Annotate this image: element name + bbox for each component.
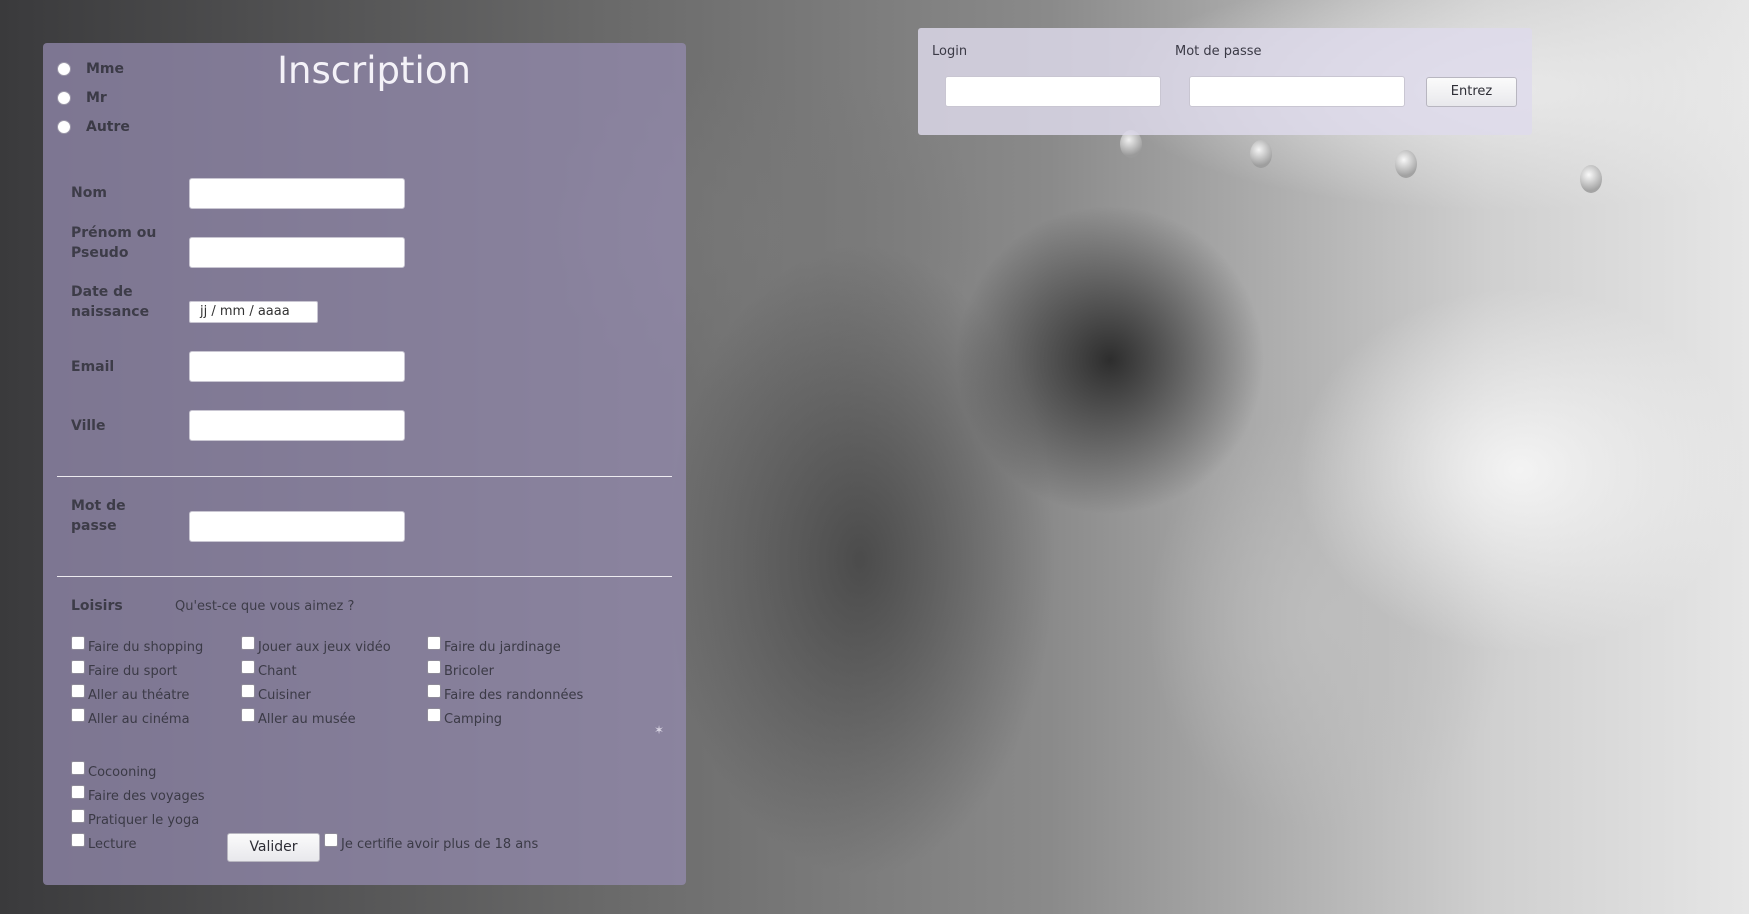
login-input[interactable] xyxy=(945,76,1161,107)
hobby-label: Aller au théatre xyxy=(88,688,190,703)
hobby-checkbox[interactable] xyxy=(71,761,85,775)
email-input[interactable] xyxy=(189,351,405,382)
age-confirm-checkbox[interactable] xyxy=(324,833,338,847)
hobby-checkbox[interactable] xyxy=(427,708,441,722)
hobby-checkbox[interactable] xyxy=(427,684,441,698)
hobby-item[interactable]: Aller au musée xyxy=(241,708,356,727)
age-confirm-label: Je certifie avoir plus de 18 ans xyxy=(341,837,539,852)
registration-panel: Inscription Mme Mr Autre Nom Prénom ou P… xyxy=(43,43,686,885)
hobby-item[interactable]: Faire des randonnées xyxy=(427,684,584,703)
hobby-label: Lecture xyxy=(88,837,137,852)
hobby-checkbox[interactable] xyxy=(71,708,85,722)
hobby-checkbox[interactable] xyxy=(241,684,255,698)
login-password-input[interactable] xyxy=(1189,76,1405,107)
hobby-label: Bricoler xyxy=(444,664,494,679)
civility-label: Mr xyxy=(86,90,107,106)
hobby-label: Aller au cinéma xyxy=(88,712,190,727)
hobby-label: Aller au musée xyxy=(258,712,356,727)
hobbies-question: Qu'est-ce que vous aimez ? xyxy=(175,599,355,614)
hobby-label: Cocooning xyxy=(88,765,157,780)
headboard-button xyxy=(1250,140,1272,168)
birth-label-line2: naissance xyxy=(71,304,150,320)
hobby-checkbox[interactable] xyxy=(71,785,85,799)
hobby-checkbox[interactable] xyxy=(71,684,85,698)
enter-button[interactable]: Entrez xyxy=(1426,77,1517,107)
hobby-item[interactable]: Chant xyxy=(241,660,297,679)
prenom-label-line1: Prénom ou xyxy=(71,225,157,241)
hobby-item[interactable]: Faire du shopping xyxy=(71,636,204,655)
hobby-item[interactable]: Bricoler xyxy=(427,660,494,679)
login-label: Login xyxy=(932,44,968,59)
hobby-checkbox[interactable] xyxy=(241,636,255,650)
resize-grip-icon: ✶ xyxy=(654,723,665,737)
hobbies-title: Loisirs xyxy=(71,598,123,614)
prenom-input[interactable] xyxy=(189,237,405,268)
hobby-item[interactable]: Aller au théatre xyxy=(71,684,190,703)
password-label: Mot de passe xyxy=(71,496,126,536)
password-label-line1: Mot de xyxy=(71,498,126,514)
headboard-button xyxy=(1580,165,1602,193)
hobby-item[interactable]: Faire du jardinage xyxy=(427,636,561,655)
hobby-checkbox[interactable] xyxy=(241,708,255,722)
hobby-label: Faire du jardinage xyxy=(444,640,561,655)
hobby-label: Faire du sport xyxy=(88,664,178,679)
hobby-label: Camping xyxy=(444,712,503,727)
password-input[interactable] xyxy=(189,511,405,542)
hobby-item[interactable]: Jouer aux jeux vidéo xyxy=(241,636,391,655)
civility-label: Autre xyxy=(86,119,130,135)
civility-radio[interactable] xyxy=(57,91,71,105)
hobby-checkbox[interactable] xyxy=(241,660,255,674)
hobby-item[interactable]: Camping xyxy=(427,708,503,727)
login-password-label: Mot de passe xyxy=(1175,44,1262,59)
registration-title: Inscription xyxy=(277,49,471,92)
hobby-label: Cuisiner xyxy=(258,688,311,703)
civility-radio[interactable] xyxy=(57,120,71,134)
nom-input[interactable] xyxy=(189,178,405,209)
hobby-label: Faire des randonnées xyxy=(444,688,584,703)
password-label-line2: passe xyxy=(71,518,117,534)
hobby-checkbox[interactable] xyxy=(71,809,85,823)
hobby-checkbox[interactable] xyxy=(427,636,441,650)
hobby-label: Pratiquer le yoga xyxy=(88,813,200,828)
birth-date-input[interactable]: jj / mm / aaaa xyxy=(189,301,318,323)
civility-label: Mme xyxy=(86,61,125,77)
hobby-item[interactable]: Pratiquer le yoga xyxy=(71,809,200,828)
section-divider xyxy=(57,476,672,477)
ville-label: Ville xyxy=(71,418,106,434)
hobby-item[interactable]: Faire du sport xyxy=(71,660,178,679)
section-divider xyxy=(57,576,672,577)
hobby-item[interactable]: Aller au cinéma xyxy=(71,708,190,727)
civility-radio[interactable] xyxy=(57,62,71,76)
ville-input[interactable] xyxy=(189,410,405,441)
hobby-checkbox[interactable] xyxy=(71,660,85,674)
headboard-button xyxy=(1395,150,1417,178)
hobby-label: Chant xyxy=(258,664,297,679)
hobby-checkbox[interactable] xyxy=(427,660,441,674)
hobby-label: Jouer aux jeux vidéo xyxy=(258,640,391,655)
civility-option-autre[interactable]: Autre xyxy=(57,119,130,135)
hobby-checkbox[interactable] xyxy=(71,833,85,847)
hobby-label: Faire du shopping xyxy=(88,640,204,655)
hobby-checkbox[interactable] xyxy=(71,636,85,650)
civility-option-mme[interactable]: Mme xyxy=(57,61,124,77)
login-panel: Login Mot de passe Entrez xyxy=(918,28,1532,135)
age-confirm-item[interactable]: Je certifie avoir plus de 18 ans xyxy=(324,833,539,852)
hobby-item[interactable]: Faire des voyages xyxy=(71,785,205,804)
email-label: Email xyxy=(71,359,115,375)
birth-label-line1: Date de xyxy=(71,284,133,300)
civility-option-mr[interactable]: Mr xyxy=(57,90,107,106)
hobby-item[interactable]: Cuisiner xyxy=(241,684,311,703)
hobby-item[interactable]: Cocooning xyxy=(71,761,157,780)
hobby-item[interactable]: Lecture xyxy=(71,833,137,852)
nom-label: Nom xyxy=(71,185,107,201)
validate-button[interactable]: Valider xyxy=(227,833,320,862)
birth-date-label: Date de naissance xyxy=(71,282,149,322)
hobby-label: Faire des voyages xyxy=(88,789,205,804)
prenom-label-line2: Pseudo xyxy=(71,245,129,261)
prenom-label: Prénom ou Pseudo xyxy=(71,223,156,263)
